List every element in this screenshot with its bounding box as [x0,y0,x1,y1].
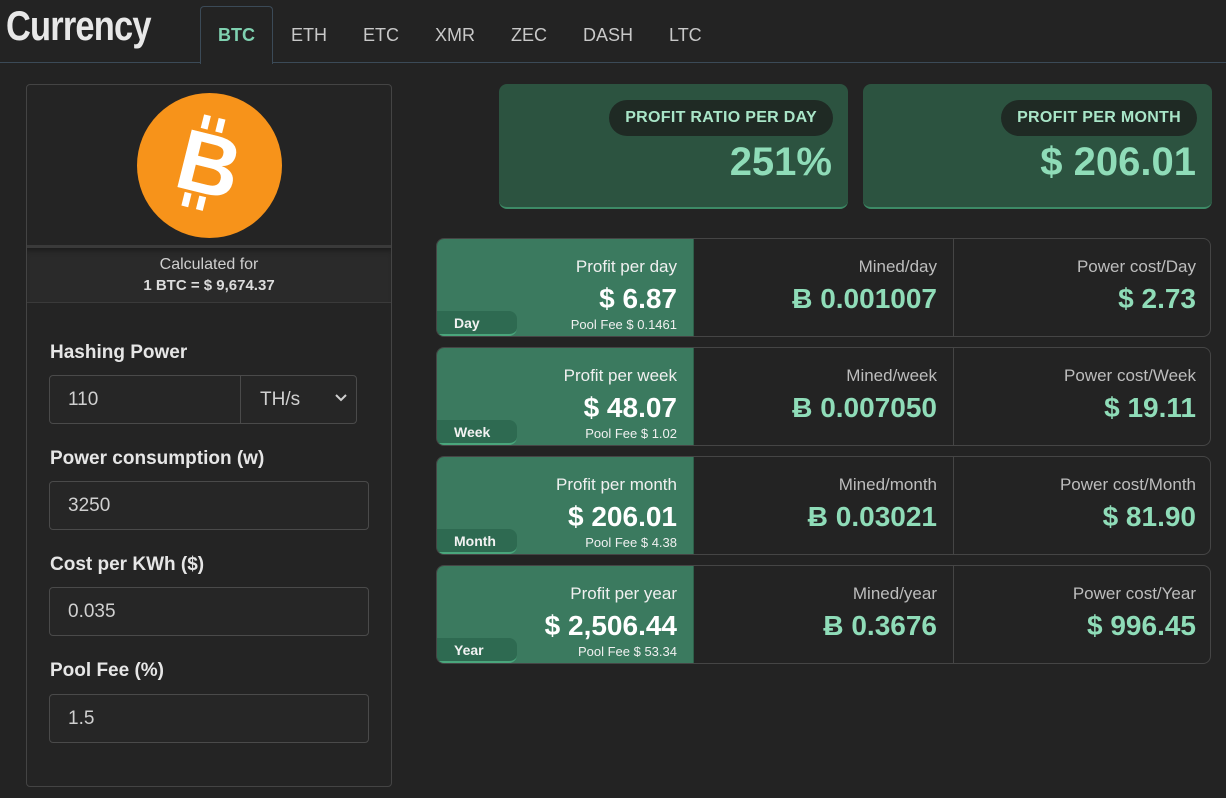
row-month: Profit per month $ 206.01 Pool Fee $ 4.3… [436,456,1211,555]
power-cost-label: Power cost/Week [1064,366,1196,385]
rate-label: Calculated for [159,256,259,273]
calculator-sidebar: B Calculated for 1 BTC = $ 9,674.37 Hash… [26,84,392,787]
pool-fee-value: Pool Fee $ 4.38 [585,535,677,550]
period-tag: Month [437,529,517,554]
cost-per-kwh-input[interactable]: 0.035 [49,587,369,636]
period-tag: Week [437,420,517,445]
power-cost-cell: Power cost/Day $ 2.73 [955,239,1210,336]
period-tag: Year [437,638,517,663]
tab-ltc[interactable]: LTC [651,6,720,63]
hashing-unit-value: TH/s [260,388,301,410]
power-cost-value: $ 996.45 [1087,610,1196,641]
hashing-unit-select[interactable]: TH/s [240,375,357,424]
mined-cell: Mined/month Ƀ 0.03021 [695,457,954,554]
tab-xmr[interactable]: XMR [417,6,493,63]
mined-value: Ƀ 0.03021 [807,501,937,532]
profit-value: $ 48.07 [583,392,677,423]
profit-month-card: PROFIT PER MONTH $ 206.01 [863,84,1212,209]
power-consumption-input[interactable]: 3250 [49,481,369,530]
row-week: Profit per week $ 48.07 Pool Fee $ 1.02 … [436,347,1211,446]
rate-box: Calculated for 1 BTC = $ 9,674.37 [27,245,391,303]
power-cost-label: Power cost/Month [1059,475,1196,494]
pool-fee-input[interactable]: 1.5 [49,694,369,743]
profit-label: Profit per month [556,475,677,494]
profit-label: Profit per year [570,584,677,603]
header: Currency BTC ETH ETC XMR ZEC DASH LTC [0,0,1226,64]
profit-label: Profit per week [563,366,677,385]
profit-month-label: PROFIT PER MONTH [1001,100,1197,136]
power-cost-cell: Power cost/Year $ 996.45 [955,566,1210,663]
profit-value: $ 206.01 [568,501,677,532]
pool-fee-value: Pool Fee $ 53.34 [577,644,677,659]
bitcoin-icon: B [137,93,282,238]
tab-zec[interactable]: ZEC [493,6,565,63]
mined-label: Mined/year [852,584,937,603]
tab-eth[interactable]: ETH [273,6,345,63]
power-cost-value: $ 2.73 [1118,283,1196,314]
profit-cell: Profit per year $ 2,506.44 Pool Fee $ 53… [437,566,694,663]
profit-cell: Profit per day $ 6.87 Pool Fee $ 0.1461 … [437,239,694,336]
profit-label: Profit per day [575,257,677,276]
power-cost-cell: Power cost/Week $ 19.11 [955,348,1210,445]
row-day: Profit per day $ 6.87 Pool Fee $ 0.1461 … [436,238,1211,337]
svg-text:B: B [167,111,250,219]
mined-cell: Mined/year Ƀ 0.3676 [695,566,954,663]
pool-fee-label: Pool Fee (%) [50,660,165,681]
app-title: Currency [6,2,151,49]
mined-value: Ƀ 0.3676 [823,610,937,641]
power-consumption-label: Power consumption (w) [50,448,265,469]
pool-fee-value: Pool Fee $ 0.1461 [570,317,677,332]
profit-value: $ 2,506.44 [544,610,677,641]
mined-value: Ƀ 0.007050 [792,392,937,423]
pool-fee-value: Pool Fee $ 1.02 [585,426,677,441]
profit-ratio-label: PROFIT RATIO PER DAY [609,100,833,136]
tab-btc[interactable]: BTC [200,6,273,64]
tab-etc[interactable]: ETC [345,6,417,63]
mined-label: Mined/week [846,366,937,385]
tab-dash[interactable]: DASH [565,6,651,63]
mined-value: Ƀ 0.001007 [792,283,937,314]
profit-ratio-card: PROFIT RATIO PER DAY 251% [499,84,848,209]
hashing-power-label: Hashing Power [50,342,188,363]
mined-label: Mined/month [838,475,937,494]
currency-tabs: BTC ETH ETC XMR ZEC DASH LTC [200,6,720,64]
profit-cell: Profit per month $ 206.01 Pool Fee $ 4.3… [437,457,694,554]
hashing-power-input[interactable]: 110 [49,375,241,424]
profit-cell: Profit per week $ 48.07 Pool Fee $ 1.02 … [437,348,694,445]
mined-cell: Mined/day Ƀ 0.001007 [695,239,954,336]
power-cost-label: Power cost/Day [1076,257,1196,276]
profit-value: $ 6.87 [599,283,677,314]
row-year: Profit per year $ 2,506.44 Pool Fee $ 53… [436,565,1211,664]
power-cost-cell: Power cost/Month $ 81.90 [955,457,1210,554]
power-cost-value: $ 19.11 [1104,392,1196,423]
profit-month-value: $ 206.01 [1040,140,1196,184]
period-tag: Day [437,311,517,336]
chevron-down-icon [335,394,347,402]
mined-cell: Mined/week Ƀ 0.007050 [695,348,954,445]
power-cost-value: $ 81.90 [1102,501,1196,532]
mined-label: Mined/day [858,257,937,276]
cost-per-kwh-label: Cost per KWh ($) [50,554,205,575]
profit-ratio-value: 251% [729,140,832,184]
rate-value: 1 BTC = $ 9,674.37 [143,277,275,294]
power-cost-label: Power cost/Year [1072,584,1196,603]
